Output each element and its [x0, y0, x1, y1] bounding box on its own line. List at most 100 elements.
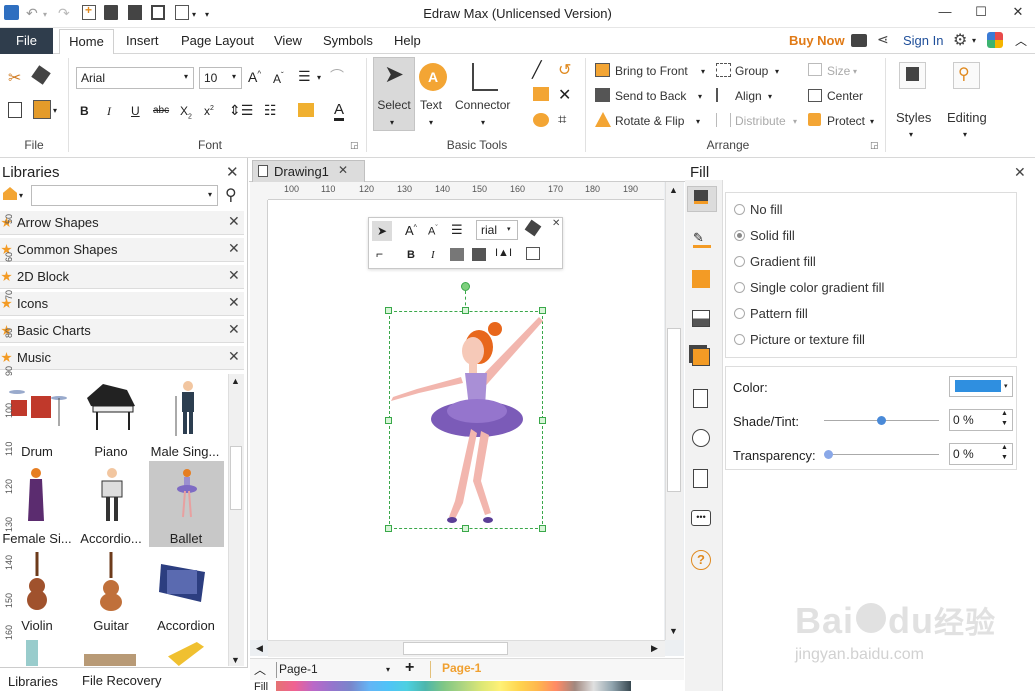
solid-fill-radio[interactable]	[734, 230, 745, 241]
scroll-down-icon[interactable]: ▼	[669, 626, 678, 636]
close-icon[interactable]: ✕	[228, 321, 240, 338]
document-tab-close-icon[interactable]: ✕	[338, 163, 348, 177]
align-button[interactable]: Align	[735, 89, 762, 103]
layer-icon[interactable]	[692, 348, 710, 366]
line-style-icon[interactable]: ✎	[693, 230, 711, 248]
close-button[interactable]: ✕	[1003, 2, 1033, 22]
shape-accordion[interactable]: Accordion	[149, 548, 224, 634]
line-tool-icon[interactable]: ╱	[532, 60, 542, 80]
highlight-icon[interactable]	[298, 103, 314, 117]
close-icon[interactable]: ✕	[228, 213, 240, 230]
cart-icon[interactable]	[851, 34, 867, 47]
superscript-button[interactable]: x2	[204, 104, 214, 118]
fill-panel-close-icon[interactable]: ✕	[1014, 164, 1026, 181]
pattern-fill-radio[interactable]	[734, 308, 745, 319]
float-font-combo[interactable]: rial	[476, 220, 518, 240]
text-curve-icon[interactable]: ⌒	[330, 66, 344, 86]
page-combo-dropdown-icon[interactable]: ▾	[386, 665, 390, 674]
shape-piano[interactable]: Piano	[74, 374, 148, 460]
canvas-vscroll-thumb[interactable]	[667, 328, 681, 492]
transparency-spin-down-icon[interactable]: ▼	[1001, 454, 1008, 461]
library-home-dropdown-icon[interactable]: ▾	[19, 191, 23, 200]
close-icon[interactable]: ✕	[228, 348, 240, 365]
ballet-dancer-shape[interactable]	[389, 311, 543, 529]
library-search-dropdown-icon[interactable]: ▾	[208, 190, 212, 199]
align-text-icon[interactable]: ☰	[298, 68, 311, 85]
paste-icon[interactable]	[33, 100, 51, 119]
align-text-dropdown-icon[interactable]: ▾	[317, 73, 321, 82]
solid-fill-label[interactable]: Solid fill	[750, 228, 795, 243]
float-align-icon[interactable]: ☰	[451, 222, 463, 238]
float-grow-font-icon[interactable]: A^	[405, 223, 417, 238]
document-properties-icon[interactable]	[693, 389, 708, 408]
library-row-common-shapes[interactable]: Common Shapes ✕	[0, 238, 244, 262]
close-icon[interactable]: ✕	[228, 240, 240, 257]
no-fill-label[interactable]: No fill	[750, 202, 783, 217]
library-search-input[interactable]	[31, 185, 218, 206]
gradient-fill-radio[interactable]	[734, 256, 745, 267]
font-size-dropdown-icon[interactable]: ▾	[232, 72, 236, 81]
tab-page-layout[interactable]: Page Layout	[181, 33, 254, 48]
no-fill-radio[interactable]	[734, 204, 745, 215]
rotate-flip-button[interactable]: Rotate & Flip	[615, 114, 684, 128]
minimize-button[interactable]: —	[930, 2, 960, 22]
protect-button[interactable]: Protect	[827, 114, 865, 128]
file-menu[interactable]: File	[0, 28, 53, 54]
float-pointer-button[interactable]: ➤	[372, 221, 392, 241]
float-font-dropdown-icon[interactable]: ▾	[507, 225, 511, 233]
strikethrough-button[interactable]: abc	[153, 105, 169, 116]
rotate-flip-dropdown-icon[interactable]: ▾	[696, 117, 700, 126]
shape-female-singer[interactable]: Female Si...	[0, 461, 74, 547]
shade-slider-thumb[interactable]	[877, 416, 886, 425]
image-icon[interactable]	[692, 310, 710, 327]
picture-texture-fill-label[interactable]: Picture or texture fill	[750, 332, 865, 347]
color-dropdown-icon[interactable]: ▾	[1004, 382, 1008, 390]
libraries-scrollbar[interactable]	[228, 374, 244, 666]
paste-dropdown-icon[interactable]: ▾	[53, 106, 57, 115]
libraries-scroll-thumb[interactable]	[230, 446, 242, 510]
bring-to-front-icon[interactable]	[595, 63, 610, 77]
scroll-left-icon[interactable]: ◀	[256, 643, 263, 654]
library-row-icons[interactable]: Icons ✕	[0, 292, 244, 316]
send-to-back-dropdown-icon[interactable]: ▾	[698, 92, 702, 101]
crop-tool-icon[interactable]: ⌗	[558, 111, 566, 128]
italic-button[interactable]: I	[107, 104, 111, 119]
scroll-up-icon[interactable]: ▲	[231, 376, 240, 386]
bullets-icon[interactable]: ☷	[264, 102, 277, 119]
rotate-flip-icon[interactable]	[595, 112, 611, 127]
group-icon[interactable]	[716, 63, 731, 77]
bring-to-front-dropdown-icon[interactable]: ▾	[701, 67, 705, 76]
float-shrink-font-icon[interactable]: Aˇ	[428, 225, 438, 238]
group-dropdown-icon[interactable]: ▾	[775, 67, 779, 76]
subscript-button[interactable]: X2	[180, 104, 192, 120]
send-to-back-button[interactable]: Send to Back	[615, 89, 686, 103]
protect-lock-icon[interactable]	[808, 113, 821, 126]
protect-dropdown-icon[interactable]: ▾	[870, 117, 874, 126]
center-icon[interactable]	[808, 89, 822, 102]
align-dropdown-icon[interactable]: ▾	[768, 92, 772, 101]
settings-gear-icon[interactable]: ⚙	[953, 30, 967, 50]
globe-icon[interactable]	[692, 429, 710, 447]
library-row-2d-block[interactable]: 2D Block ✕	[0, 265, 244, 289]
shape-partial-flute[interactable]	[26, 640, 38, 666]
tab-home[interactable]: Home	[59, 29, 114, 55]
color-palette-strip[interactable]	[276, 681, 631, 691]
float-distribute-icon[interactable]: I▲I	[495, 247, 512, 259]
text-dropdown-icon[interactable]: ▾	[429, 118, 433, 127]
close-icon[interactable]: ✕	[228, 294, 240, 311]
buy-now-link[interactable]: Buy Now	[789, 33, 845, 48]
tab-insert[interactable]: Insert	[126, 33, 159, 48]
shadow-icon[interactable]	[692, 270, 710, 288]
float-connector-icon[interactable]: ⌐	[376, 247, 383, 261]
libraries-close-icon[interactable]: ✕	[226, 163, 239, 181]
copy-icon[interactable]	[8, 102, 22, 118]
distribute-dropdown-icon[interactable]: ▾	[793, 117, 797, 126]
shade-spin-up-icon[interactable]: ▲	[1001, 410, 1008, 417]
canvas-hscroll-thumb[interactable]	[403, 642, 508, 655]
single-color-gradient-label[interactable]: Single color gradient fill	[750, 280, 884, 295]
shrink-font-icon[interactable]: Aˇ	[273, 71, 284, 86]
grow-font-icon[interactable]: A^	[248, 69, 261, 85]
font-dialog-launcher-icon[interactable]: ◲	[350, 140, 359, 151]
cut-icon[interactable]: ✂	[8, 68, 21, 88]
library-row-basic-charts[interactable]: Basic Charts ✕	[0, 319, 244, 343]
